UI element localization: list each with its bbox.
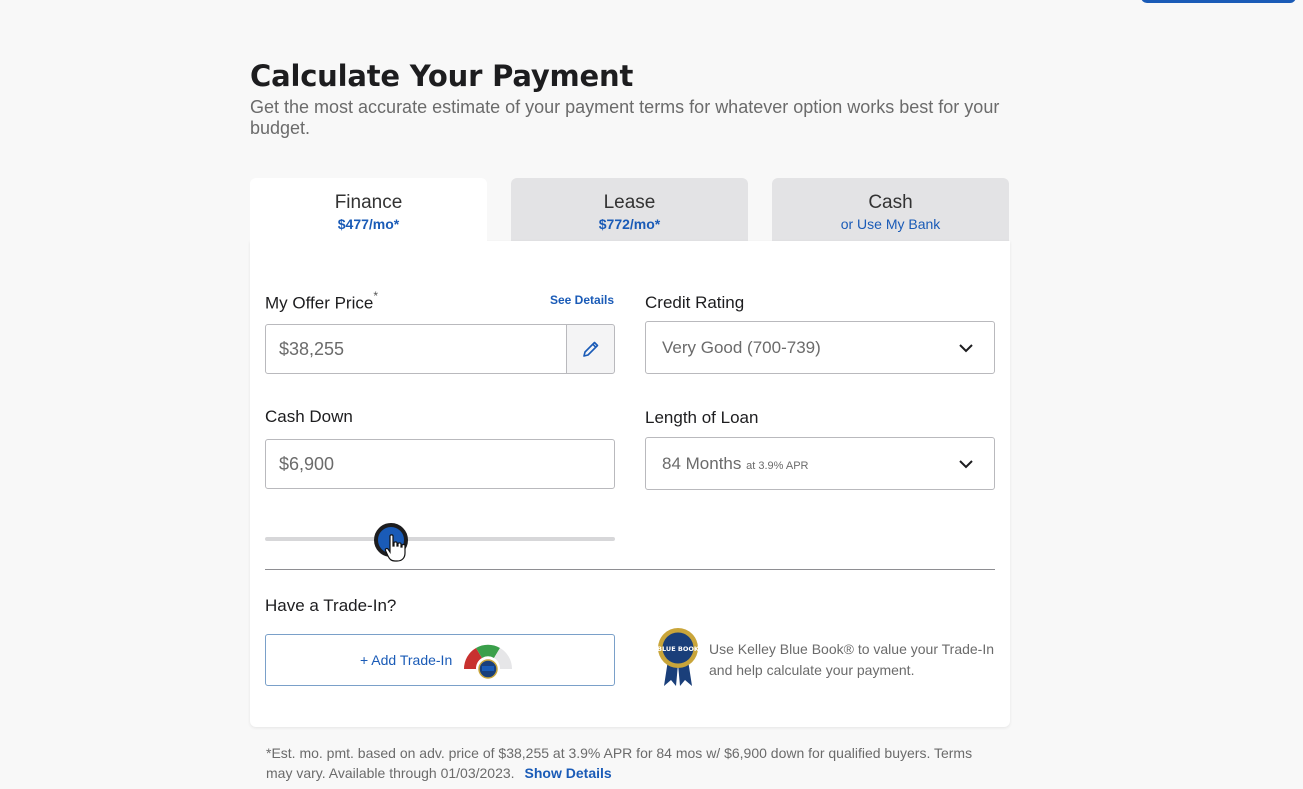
- see-details-link[interactable]: See Details: [550, 293, 614, 307]
- tab-lease-label: Lease: [603, 192, 656, 213]
- disclaimer: *Est. mo. pmt. based on adv. price of $3…: [266, 743, 986, 783]
- loan-length-label: Length of Loan: [645, 408, 759, 427]
- chevron-down-icon: [959, 344, 973, 353]
- tab-lease-payment: $772/mo*: [598, 216, 661, 232]
- tab-cash[interactable]: Cash or Use My Bank: [772, 178, 1009, 242]
- loan-length-select[interactable]: 84 Months at 3.9% APR: [645, 437, 995, 490]
- cash-down-slider[interactable]: [265, 537, 615, 541]
- offer-price-asterisk: *: [373, 289, 378, 303]
- credit-rating-select[interactable]: Very Good (700-739): [645, 321, 995, 374]
- offer-price-label: My Offer Price*: [265, 289, 378, 314]
- kbb-badge-text: BLUE BOOK: [657, 645, 700, 653]
- page-subtitle: Get the most accurate estimate of your p…: [250, 97, 1000, 138]
- section-divider: [265, 569, 995, 570]
- show-details-link[interactable]: Show Details: [525, 765, 612, 781]
- kbb-gauge-icon: [463, 644, 513, 679]
- credit-rating-value: Very Good (700-739): [662, 338, 821, 357]
- loan-length-value: 84 Months at 3.9% APR: [662, 454, 809, 473]
- credit-rating-label: Credit Rating: [645, 293, 745, 312]
- add-trade-in-label: + Add Trade-In: [360, 652, 453, 668]
- cash-down-input[interactable]: $6,900: [265, 439, 615, 489]
- hand-cursor-icon: [384, 534, 406, 562]
- tab-finance[interactable]: Finance $477/mo*: [250, 178, 487, 244]
- tab-finance-payment: $477/mo*: [337, 216, 400, 232]
- page-header: Calculate Your Payment Get the most accu…: [250, 58, 1020, 139]
- loan-months: 84 Months: [662, 454, 742, 473]
- chevron-down-icon: [959, 460, 973, 469]
- add-trade-in-button[interactable]: + Add Trade-In: [265, 634, 615, 686]
- tab-cash-bank-link[interactable]: or Use My Bank: [772, 216, 1009, 232]
- offer-price-label-text: My Offer Price: [265, 293, 374, 313]
- tab-cash-label: Cash: [868, 192, 913, 213]
- cash-down-label: Cash Down: [265, 407, 353, 426]
- trade-in-heading: Have a Trade-In?: [265, 596, 397, 615]
- page-title: Calculate Your Payment: [250, 59, 634, 93]
- loan-apr: at 3.9% APR: [746, 460, 809, 472]
- tab-finance-label: Finance: [334, 192, 403, 213]
- payment-tabs: Finance $477/mo* Lease $772/mo* Cash or …: [250, 178, 1010, 244]
- top-action-button[interactable]: [1141, 0, 1296, 3]
- offer-price-input[interactable]: $38,255: [265, 324, 567, 374]
- pencil-icon: [582, 341, 598, 357]
- kbb-description: Use Kelley Blue Book® to value your Trad…: [709, 641, 995, 678]
- disclaimer-text: *Est. mo. pmt. based on adv. price of $3…: [266, 745, 973, 781]
- tab-lease[interactable]: Lease $772/mo*: [511, 178, 748, 242]
- finance-card: My Offer Price* See Details $38,255 Cred…: [250, 241, 1010, 727]
- edit-offer-button[interactable]: [566, 324, 615, 374]
- kbb-badge-icon: BLUE BOOK: [657, 628, 700, 686]
